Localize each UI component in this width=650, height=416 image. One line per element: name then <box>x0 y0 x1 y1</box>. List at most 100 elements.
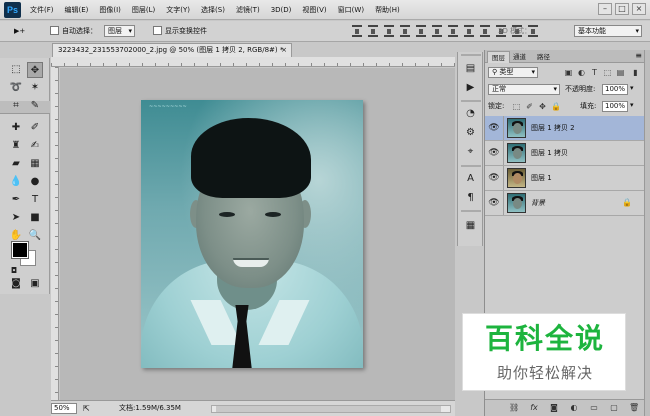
eraser-tool-icon[interactable]: ▰ <box>8 156 24 172</box>
delete-layer-icon[interactable]: 🗑 <box>629 403 639 413</box>
align-left-icon[interactable] <box>400 25 410 37</box>
canvas-area[interactable]: ~~~~~~~~~ <box>60 68 455 400</box>
clone-stamp-tool-icon[interactable]: ♜ <box>8 138 24 154</box>
actions-panel-icon[interactable]: ▶ <box>462 79 479 96</box>
adjustments-panel-icon[interactable]: ◔ <box>462 105 479 122</box>
align-bottom-icon[interactable] <box>384 25 394 37</box>
document-image[interactable]: ~~~~~~~~~ <box>141 100 363 368</box>
zoom-input[interactable]: 50% <box>51 403 77 414</box>
tab-channels[interactable]: 通道 <box>509 51 530 63</box>
layer-row[interactable]: 👁 图层 1 <box>485 166 645 191</box>
visibility-eye-icon[interactable]: 👁 <box>488 198 500 208</box>
lock-all-icon[interactable]: 🔒 <box>551 102 561 111</box>
link-layers-icon[interactable]: ⛓ <box>509 403 519 413</box>
tab-layers[interactable]: 图层 <box>487 51 510 63</box>
menu-3d[interactable]: 3D(D) <box>271 6 292 14</box>
status-export-icon[interactable]: ⇱ <box>83 401 90 416</box>
distribute-vcenter-icon[interactable] <box>464 25 474 37</box>
new-group-icon[interactable]: ▭ <box>589 403 599 413</box>
history-panel-icon[interactable]: ▤ <box>462 60 479 77</box>
screen-mode-icon[interactable]: ▣ <box>27 276 43 292</box>
layer-row[interactable]: 👁 图层 1 拷贝 2 <box>485 116 645 141</box>
auto-select-target[interactable]: 图层 <box>104 25 135 38</box>
layer-name[interactable]: 图层 1 拷贝 2 <box>531 116 575 140</box>
filter-smart-object-icon[interactable]: ▤ <box>616 68 625 77</box>
menu-layer[interactable]: 图层(L) <box>132 5 155 15</box>
menu-file[interactable]: 文件(F) <box>30 5 54 15</box>
menu-type[interactable]: 文字(Y) <box>166 5 190 15</box>
new-layer-icon[interactable]: ▢ <box>609 403 619 413</box>
visibility-eye-icon[interactable]: 👁 <box>488 123 500 133</box>
pen-tool-icon[interactable]: ✒ <box>8 192 24 208</box>
visibility-eye-icon[interactable]: 👁 <box>488 173 500 183</box>
filter-adjustment-icon[interactable]: ◐ <box>577 68 586 77</box>
move-tool-icon[interactable]: ✥ <box>27 62 43 78</box>
minimize-button[interactable]: – <box>598 3 612 15</box>
fill-dropdown-icon[interactable]: ▾ <box>630 101 634 109</box>
align-vcenter-icon[interactable] <box>368 25 378 37</box>
menu-edit[interactable]: 编辑(E) <box>65 5 89 15</box>
lasso-tool-icon[interactable]: ➰ <box>8 80 24 96</box>
history-brush-tool-icon[interactable]: ✍ <box>27 138 43 154</box>
filter-type-icon[interactable]: T <box>590 68 599 77</box>
properties-panel-icon[interactable]: ⚙ <box>462 124 479 141</box>
layer-row[interactable]: 👁 图层 1 拷贝 <box>485 141 645 166</box>
auto-select-checkbox[interactable] <box>50 26 59 35</box>
add-mask-icon[interactable]: ◙ <box>549 403 559 413</box>
show-transform-option[interactable]: 显示变换控件 <box>153 25 207 38</box>
menu-select[interactable]: 选择(S) <box>201 5 225 15</box>
path-selection-tool-icon[interactable]: ➤ <box>8 210 24 226</box>
paragraph-panel-icon[interactable]: ¶ <box>462 189 479 206</box>
zoom-tool-icon[interactable]: 🔍 <box>27 228 43 244</box>
scroll-thumb[interactable] <box>216 406 441 412</box>
type-tool-icon[interactable]: T <box>27 192 43 208</box>
dodge-tool-icon[interactable]: ● <box>27 174 43 190</box>
adjustment-layer-icon[interactable]: ◐ <box>569 403 579 413</box>
filter-toggle-icon[interactable]: ▮ <box>631 68 640 77</box>
quick-mask-icon[interactable]: ◙ <box>8 276 24 292</box>
align-right-icon[interactable] <box>432 25 442 37</box>
distribute-bottom-icon[interactable] <box>480 25 490 37</box>
lock-pixels-icon[interactable]: ✐ <box>525 102 534 111</box>
brush-tool-icon[interactable]: ✐ <box>27 120 43 136</box>
show-transform-checkbox[interactable] <box>153 26 162 35</box>
panel-scrollbar[interactable] <box>644 50 650 416</box>
rectangle-tool-icon[interactable]: ■ <box>27 210 43 226</box>
healing-brush-tool-icon[interactable]: ✚ <box>8 120 24 136</box>
align-top-icon[interactable] <box>352 25 362 37</box>
document-tab[interactable]: 3223432_231553702000_2.jpg @ 50% (图层 1 拷… <box>52 43 292 57</box>
workspace-switcher[interactable]: 基本功能 <box>574 25 642 38</box>
menu-view[interactable]: 视图(V) <box>302 5 326 15</box>
blur-tool-icon[interactable]: 💧 <box>8 174 24 190</box>
close-button[interactable]: × <box>632 3 646 15</box>
layer-comps-panel-icon[interactable]: ▦ <box>462 217 479 234</box>
visibility-eye-icon[interactable]: 👁 <box>488 148 500 158</box>
magic-wand-tool-icon[interactable]: ✶ <box>27 80 43 96</box>
foreground-color-swatch[interactable] <box>11 241 29 259</box>
menu-window[interactable]: 窗口(W) <box>338 5 364 15</box>
auto-select-option[interactable]: 自动选择： <box>50 25 97 38</box>
maximize-button[interactable]: □ <box>615 3 629 15</box>
opacity-input[interactable]: 100% <box>602 84 628 95</box>
eyedropper-tool-icon[interactable]: ✎ <box>27 98 43 114</box>
filter-shape-icon[interactable]: ⬚ <box>603 68 612 77</box>
document-close-icon[interactable]: × <box>281 44 287 57</box>
auto-select-dropdown[interactable]: 图层 <box>104 25 135 37</box>
layer-name[interactable]: 图层 1 <box>531 166 552 190</box>
horizontal-ruler[interactable] <box>51 57 455 67</box>
distribute-top-icon[interactable] <box>448 25 458 37</box>
crop-tool-icon[interactable]: ⌗ <box>8 98 24 114</box>
menu-image[interactable]: 图像(I) <box>99 5 121 15</box>
document-size-info[interactable]: 文档:1.59M/6.35M <box>119 401 181 416</box>
opacity-dropdown-icon[interactable]: ▾ <box>630 84 634 92</box>
lock-position-icon[interactable]: ✥ <box>538 102 547 111</box>
layer-filter-dropdown[interactable]: ⚲ 类型 <box>488 67 538 78</box>
brush-panel-icon[interactable]: ⌖ <box>462 143 479 160</box>
move-tool-preset-icon[interactable]: ▶+ <box>14 25 25 38</box>
panel-menu-icon[interactable]: ≡ <box>635 51 642 60</box>
fill-input[interactable]: 100% <box>602 101 628 112</box>
layer-name[interactable]: 背景 <box>531 191 545 215</box>
character-panel-icon[interactable]: A <box>462 170 479 187</box>
gradient-tool-icon[interactable]: ▦ <box>27 156 43 172</box>
lock-transparent-icon[interactable]: ⬚ <box>512 102 521 111</box>
